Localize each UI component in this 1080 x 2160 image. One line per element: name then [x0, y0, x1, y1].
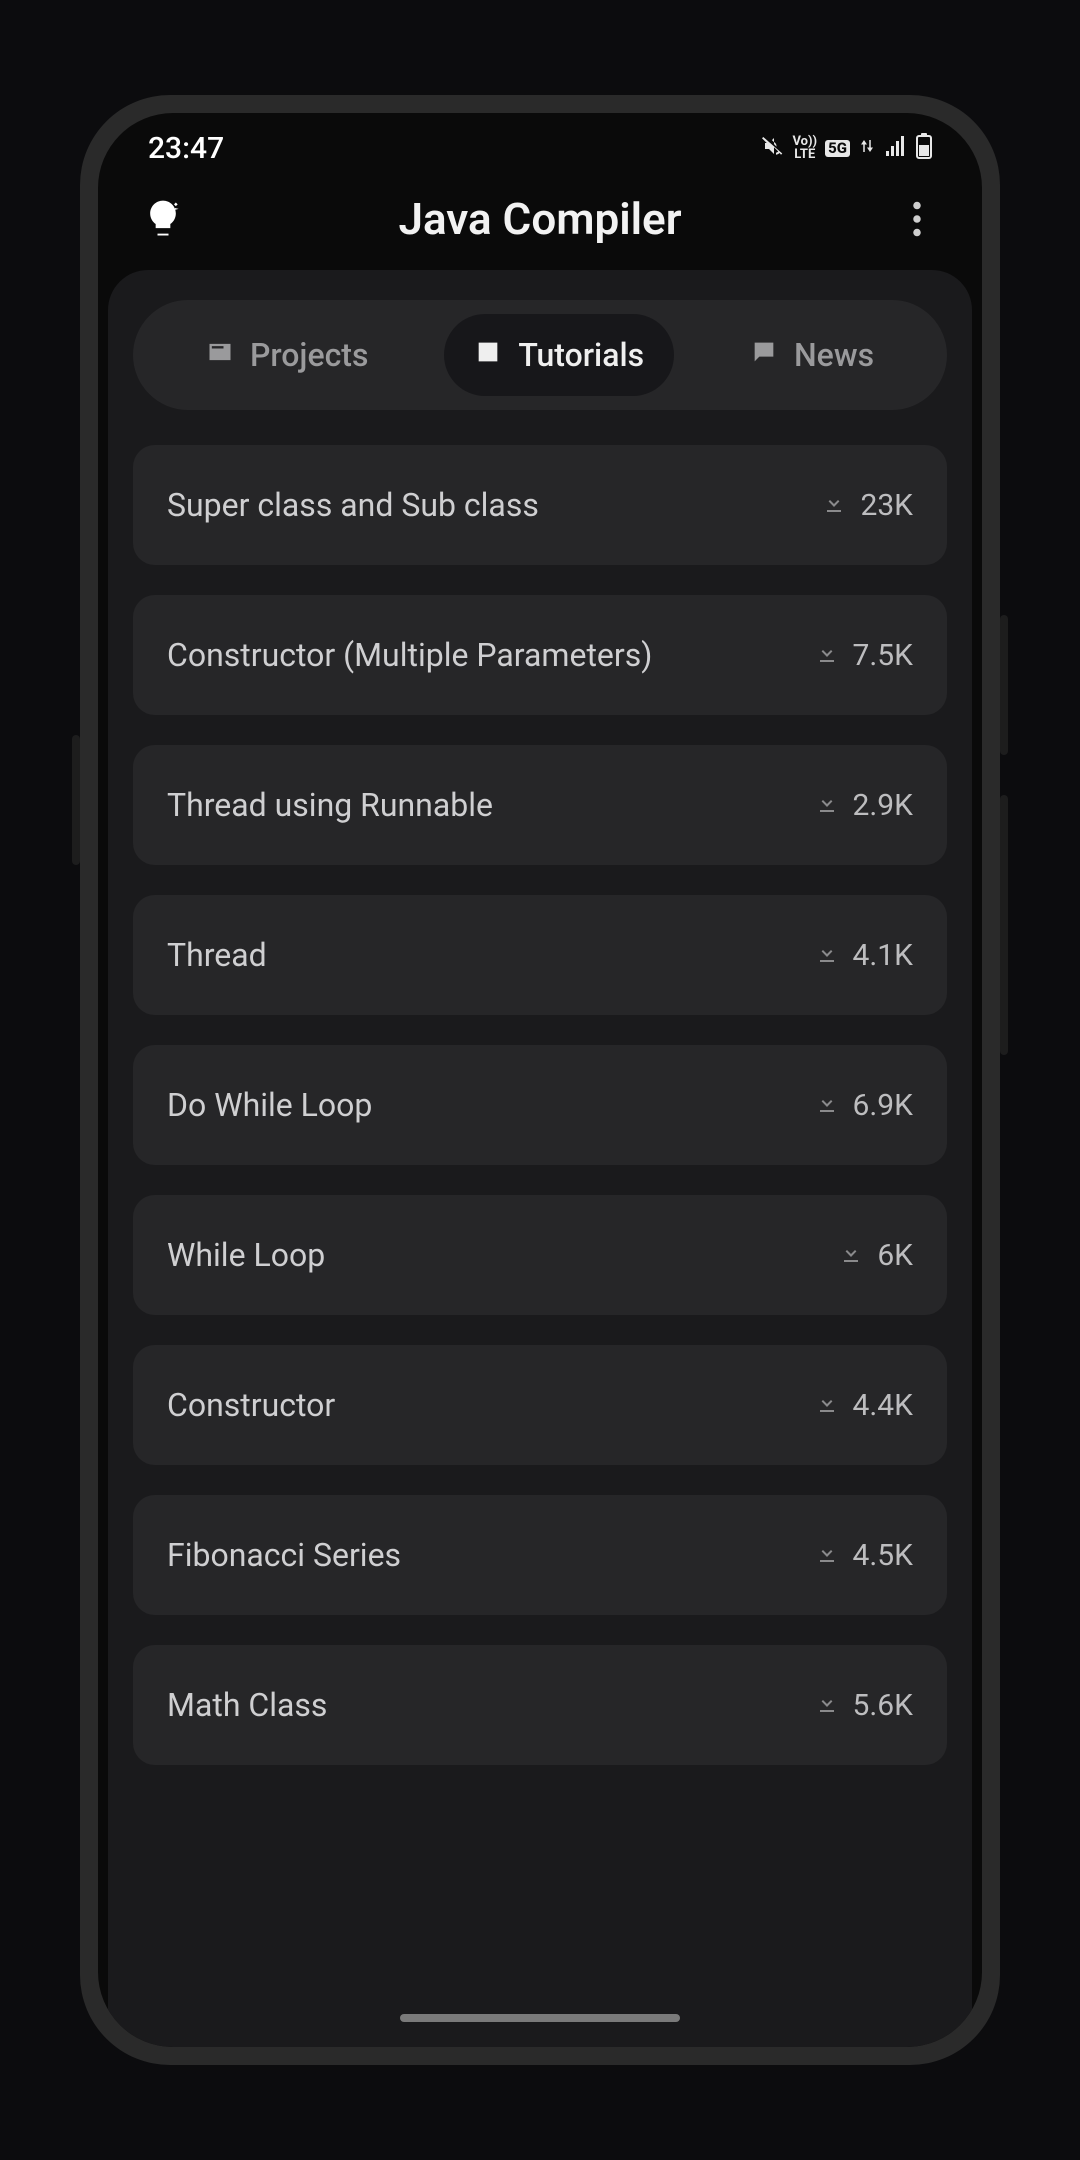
side-button — [1000, 615, 1008, 755]
download-count: 4.4K — [853, 1388, 913, 1423]
tutorial-title: Thread — [167, 936, 267, 974]
tab-projects[interactable]: Projects — [176, 314, 399, 396]
signal-icon — [884, 134, 908, 162]
download-info: 4.1K — [815, 938, 913, 973]
download-info: 4.5K — [815, 1538, 913, 1573]
tab-news[interactable]: News — [720, 314, 904, 396]
download-count: 4.5K — [853, 1538, 913, 1573]
tutorial-title: Fibonacci Series — [167, 1536, 401, 1574]
volte-icon: Vo)) LTE — [792, 135, 817, 161]
tutorial-title: Super class and Sub class — [167, 486, 539, 524]
overflow-menu-button[interactable] — [882, 201, 952, 237]
status-icons-group: Vo)) LTE 5G — [760, 133, 932, 163]
download-icon — [815, 1391, 839, 1419]
list-item[interactable]: Fibonacci Series 4.5K — [133, 1495, 947, 1615]
download-icon — [815, 1691, 839, 1719]
mute-icon — [760, 134, 784, 162]
battery-icon — [916, 133, 932, 163]
tutorial-title: Thread using Runnable — [167, 786, 493, 824]
side-button — [72, 735, 80, 865]
download-icon — [839, 1241, 863, 1269]
list-item[interactable]: Thread 4.1K — [133, 895, 947, 1015]
status-bar: 23:47 Vo)) LTE 5G — [98, 113, 982, 183]
tab-bar: Projects Tutorials News — [133, 300, 947, 410]
tutorial-title: While Loop — [167, 1236, 325, 1274]
download-count: 7.5K — [853, 638, 913, 673]
download-info: 23K — [822, 488, 913, 523]
download-info: 6K — [839, 1238, 913, 1273]
download-count: 2.9K — [853, 788, 913, 823]
app-header: Java Compiler — [98, 183, 982, 270]
home-indicator[interactable] — [400, 2014, 680, 2022]
tab-label: News — [794, 336, 874, 374]
side-button — [1000, 795, 1008, 1055]
network-5g-badge: 5G — [825, 140, 850, 157]
download-count: 6K — [877, 1238, 913, 1273]
tutorial-title: Constructor (Multiple Parameters) — [167, 636, 652, 674]
list-item[interactable]: Super class and Sub class 23K — [133, 445, 947, 565]
list-item[interactable]: While Loop 6K — [133, 1195, 947, 1315]
download-icon — [815, 791, 839, 819]
download-icon — [822, 491, 846, 519]
app-title: Java Compiler — [198, 193, 882, 245]
tutorial-title: Math Class — [167, 1686, 327, 1724]
phone-frame: 23:47 Vo)) LTE 5G — [80, 95, 1000, 2065]
phone-screen: 23:47 Vo)) LTE 5G — [98, 113, 982, 2047]
download-count: 23K — [860, 488, 913, 523]
tutorials-icon — [474, 336, 502, 374]
tutorials-list[interactable]: Super class and Sub class 23K Constructor … — [133, 445, 947, 2047]
list-item[interactable]: Do While Loop 6.9K — [133, 1045, 947, 1165]
tab-label: Tutorials — [518, 336, 644, 374]
data-arrows-icon — [858, 136, 876, 160]
download-icon — [815, 1541, 839, 1569]
download-info: 4.4K — [815, 1388, 913, 1423]
list-item[interactable]: Math Class 5.6K — [133, 1645, 947, 1765]
download-icon — [815, 1091, 839, 1119]
news-icon — [750, 336, 778, 374]
download-icon — [815, 641, 839, 669]
tab-tutorials[interactable]: Tutorials — [444, 314, 674, 396]
download-count: 6.9K — [853, 1088, 913, 1123]
tips-button[interactable] — [128, 197, 198, 241]
download-info: 7.5K — [815, 638, 913, 673]
content-panel: Projects Tutorials News Super class and … — [108, 270, 972, 2047]
download-icon — [815, 941, 839, 969]
list-item[interactable]: Thread using Runnable 2.9K — [133, 745, 947, 865]
list-item[interactable]: Constructor (Multiple Parameters) 7.5K — [133, 595, 947, 715]
tutorial-title: Constructor — [167, 1386, 335, 1424]
status-time: 23:47 — [148, 131, 224, 166]
list-item[interactable]: Constructor 4.4K — [133, 1345, 947, 1465]
download-info: 5.6K — [815, 1688, 913, 1723]
download-info: 6.9K — [815, 1088, 913, 1123]
projects-icon — [206, 336, 234, 374]
download-info: 2.9K — [815, 788, 913, 823]
download-count: 4.1K — [853, 938, 913, 973]
download-count: 5.6K — [853, 1688, 913, 1723]
tab-label: Projects — [250, 336, 369, 374]
tutorial-title: Do While Loop — [167, 1086, 372, 1124]
